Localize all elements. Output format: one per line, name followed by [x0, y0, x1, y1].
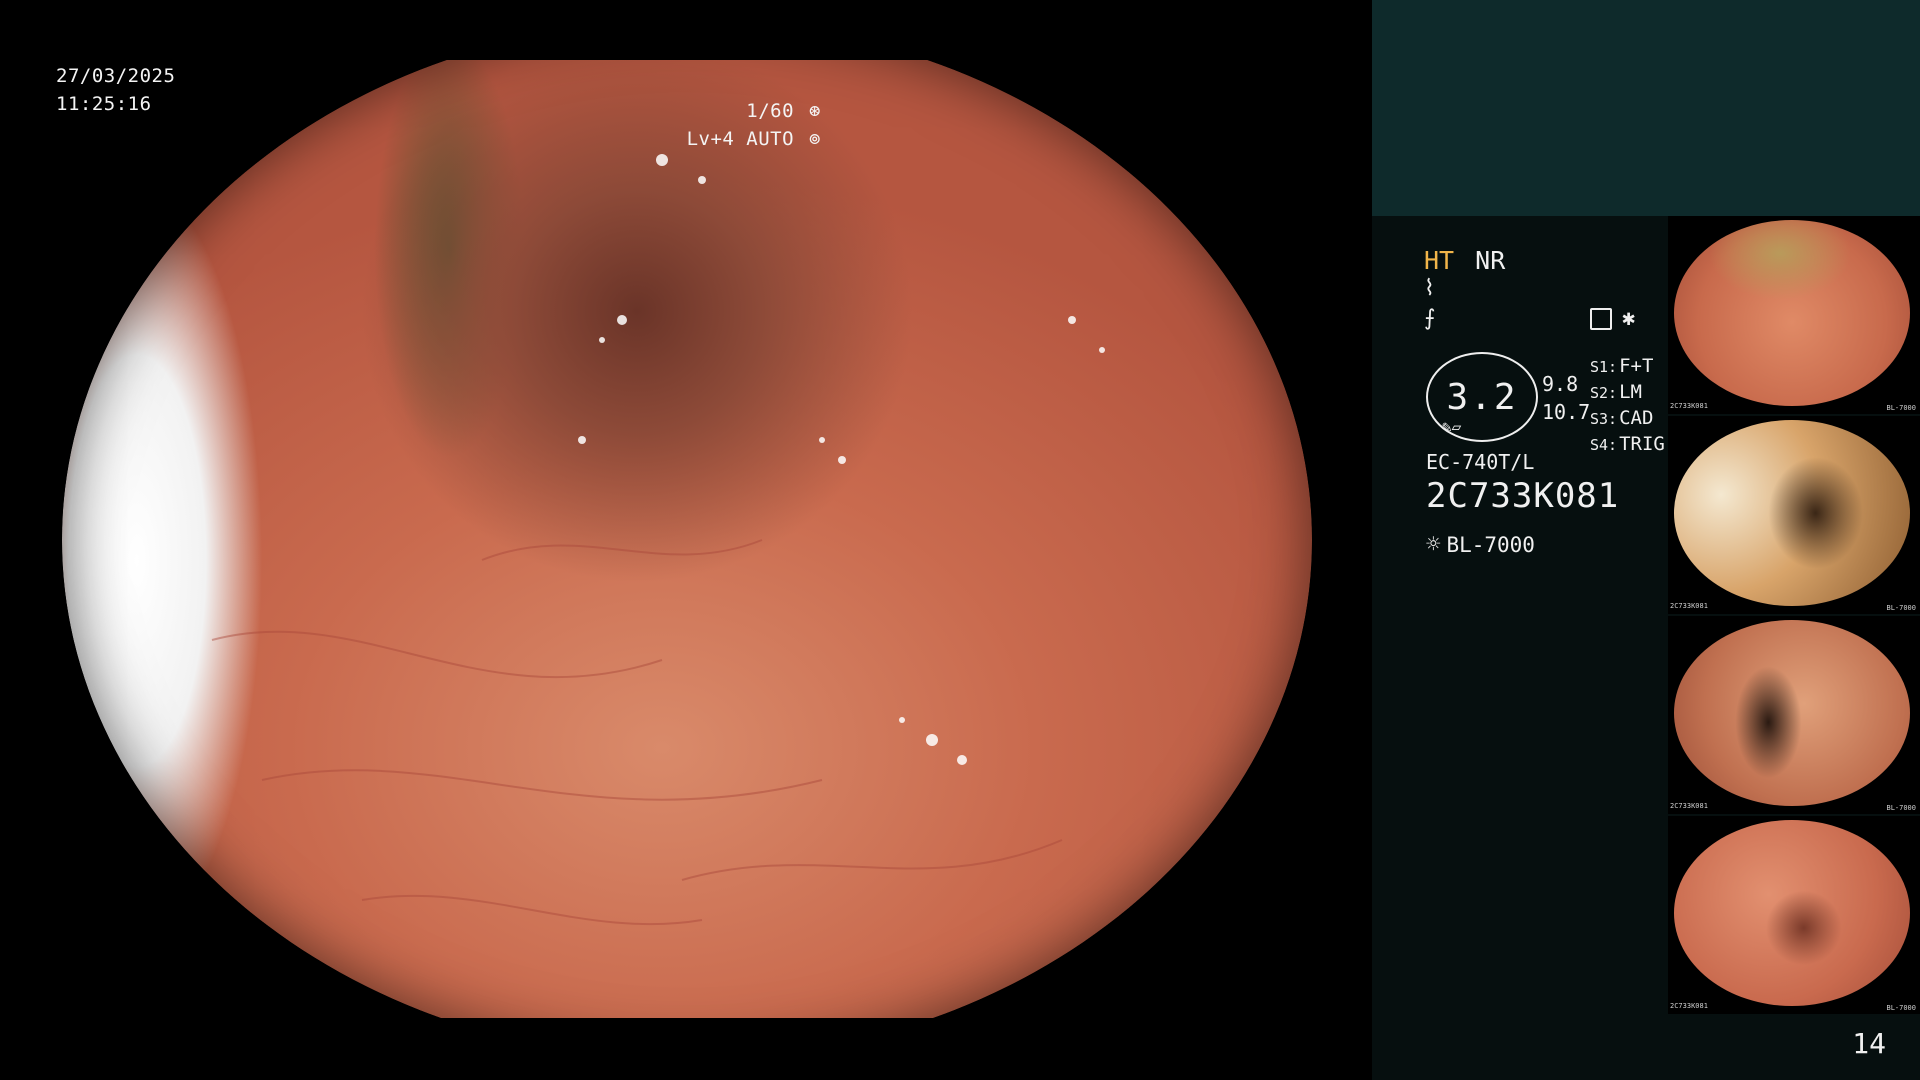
thumbnail-image	[1674, 420, 1910, 606]
shutter-text: 1/60	[746, 100, 795, 122]
thumbnail-1[interactable]: 2C733K081 BL-7000	[1668, 216, 1920, 414]
main-endoscope-view: 27/03/2025 11:25:16 1/60 ⊛ Lv+4 AUTO ⊚	[0, 0, 1372, 1080]
endoscopic-image	[62, 60, 1312, 1018]
switch-row: S1: F+T	[1590, 355, 1654, 377]
light-source-label: BL-7000	[1446, 533, 1535, 557]
datetime-overlay: 27/03/2025 11:25:16	[56, 62, 175, 118]
scope-info-block: HT NR ⌇ ⨍ ✱ 3.2 ✎▱ 9.8 10.7 S1: F+T S2: LM…	[1398, 236, 1678, 576]
thumbnail-2[interactable]: 2C733K081 BL-7000	[1668, 416, 1920, 614]
thumbnail-image	[1674, 620, 1910, 806]
page-number: 14	[1852, 1027, 1886, 1060]
scope-model: EC-740T/L	[1426, 450, 1535, 474]
pen-icon: ✎▱	[1442, 417, 1462, 436]
thumbnail-serial: 2C733K081	[1670, 402, 1708, 410]
thumbnail-serial: 2C733K081	[1670, 602, 1708, 610]
exposure-overlay: 1/60 ⊛ Lv+4 AUTO ⊚	[687, 97, 824, 153]
filter-icon: ⨍	[1424, 306, 1436, 331]
enhancement-value: 3.2	[1446, 376, 1518, 418]
light-source-icon: ☼	[1426, 530, 1441, 558]
thumbnail-source: BL-7000	[1886, 604, 1916, 612]
light-source: ☼ BL-7000	[1426, 530, 1535, 558]
scope-serial: 2C733K081	[1426, 476, 1620, 516]
thumbnail-4[interactable]: 2C733K081 BL-7000	[1668, 816, 1920, 1014]
mode-nr-label: NR	[1475, 246, 1506, 275]
capture-thumbnails: 2C733K081 BL-7000 2C733K081 BL-7000 2C73…	[1668, 216, 1920, 1016]
switch-row: S4: TRIG	[1590, 433, 1665, 455]
star-icon: ✱	[1622, 306, 1636, 331]
date-text: 27/03/2025	[56, 65, 176, 87]
iris-text: Lv+4 AUTO	[686, 128, 795, 150]
scope-values: 9.8 10.7	[1542, 370, 1590, 426]
mode-indicator: HT NR	[1424, 246, 1505, 275]
value-b: 10.7	[1542, 400, 1591, 424]
thumbnail-image	[1674, 220, 1910, 406]
switch-assignments: S1: F+T S2: LM S3: CAD S4: TRIG	[1590, 354, 1665, 458]
switch-row: S3: CAD	[1590, 407, 1654, 429]
thumbnail-source: BL-7000	[1886, 1004, 1916, 1012]
thumbnail-3[interactable]: 2C733K081 BL-7000	[1668, 616, 1920, 814]
switch-row: S2: LM	[1590, 381, 1642, 403]
mode-ht-label: HT	[1424, 246, 1455, 275]
side-panel-header	[1372, 0, 1920, 216]
iris-icon: ⊚	[809, 128, 821, 150]
tone-curve-icon: ⌇	[1424, 276, 1435, 301]
mucosa-texture	[211, 154, 1105, 926]
menu-icon	[1590, 308, 1612, 330]
thumbnail-source: BL-7000	[1886, 804, 1916, 812]
shutter-icon: ⊛	[809, 100, 821, 122]
value-a: 9.8	[1542, 372, 1579, 396]
endoscopic-image-frame	[62, 60, 1312, 1018]
thumbnail-image	[1674, 820, 1910, 1006]
thumbnail-source: BL-7000	[1886, 404, 1916, 412]
settings-indicator: ✱	[1590, 306, 1635, 331]
thumbnail-serial: 2C733K081	[1670, 802, 1708, 810]
enhancement-level-box: 3.2 ✎▱	[1426, 352, 1538, 442]
time-text: 11:25:16	[56, 93, 152, 115]
thumbnail-serial: 2C733K081	[1670, 1002, 1708, 1010]
